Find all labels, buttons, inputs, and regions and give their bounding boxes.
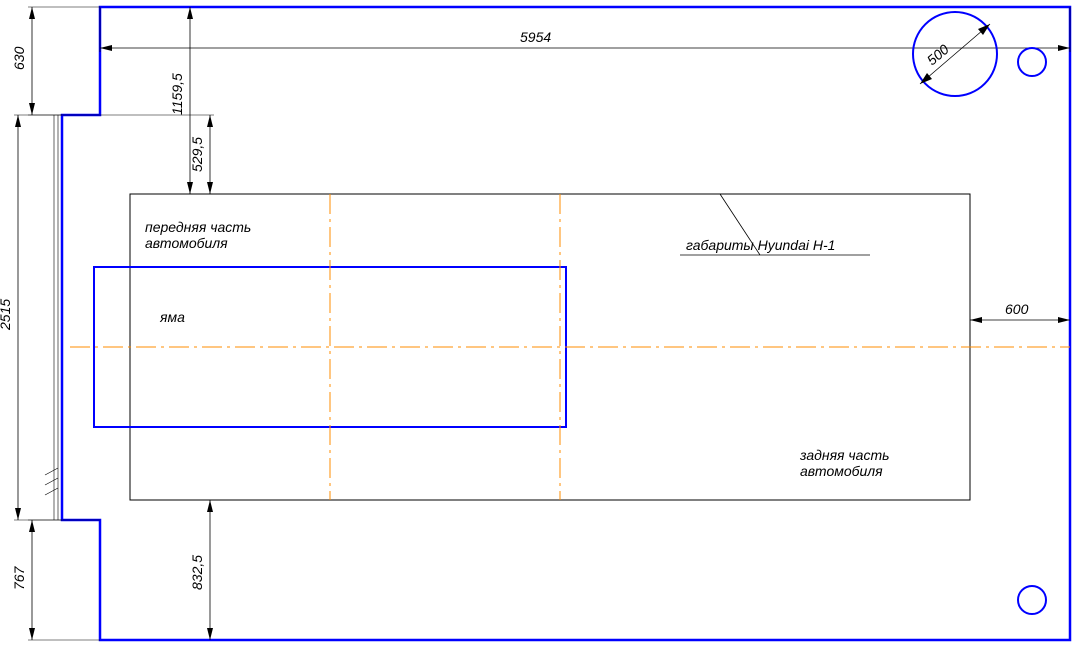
dim-left-767: 767 <box>11 520 100 640</box>
dim-top-5954: 5954 <box>100 7 1070 52</box>
dim-right-600: 600 <box>970 301 1070 323</box>
dim-767-text: 767 <box>11 565 27 590</box>
dim-5954-text: 5954 <box>520 29 551 45</box>
label-vehicle: габариты Hyundai H-1 <box>686 237 835 253</box>
dim-2515-text: 2515 <box>0 299 13 331</box>
dim-832: 832,5 <box>189 500 213 640</box>
dim-1159-text: 1159,5 <box>169 73 185 115</box>
label-pit: яма <box>159 309 185 325</box>
dim-circle-text: 500 <box>924 41 952 68</box>
column-circle-small-top <box>1018 48 1046 76</box>
wall-detail-left <box>45 115 58 520</box>
column-circle-small-bottom <box>1018 586 1046 614</box>
dim-832-text: 832,5 <box>189 555 205 590</box>
dim-529-text: 529,5 <box>189 137 205 172</box>
dim-630-text: 630 <box>11 46 27 70</box>
label-rear: задняя часть автомобиля <box>799 447 893 479</box>
dim-left-630: 630 <box>11 7 100 115</box>
dim-600-text: 600 <box>1005 301 1029 317</box>
column-circle-large: 500 <box>913 12 997 96</box>
label-front: передняя часть автомобиля <box>145 219 255 251</box>
floorplan-drawing: 5954 630 2515 767 1159,5 <box>0 0 1082 646</box>
dim-left-2515: 2515 <box>0 115 62 520</box>
